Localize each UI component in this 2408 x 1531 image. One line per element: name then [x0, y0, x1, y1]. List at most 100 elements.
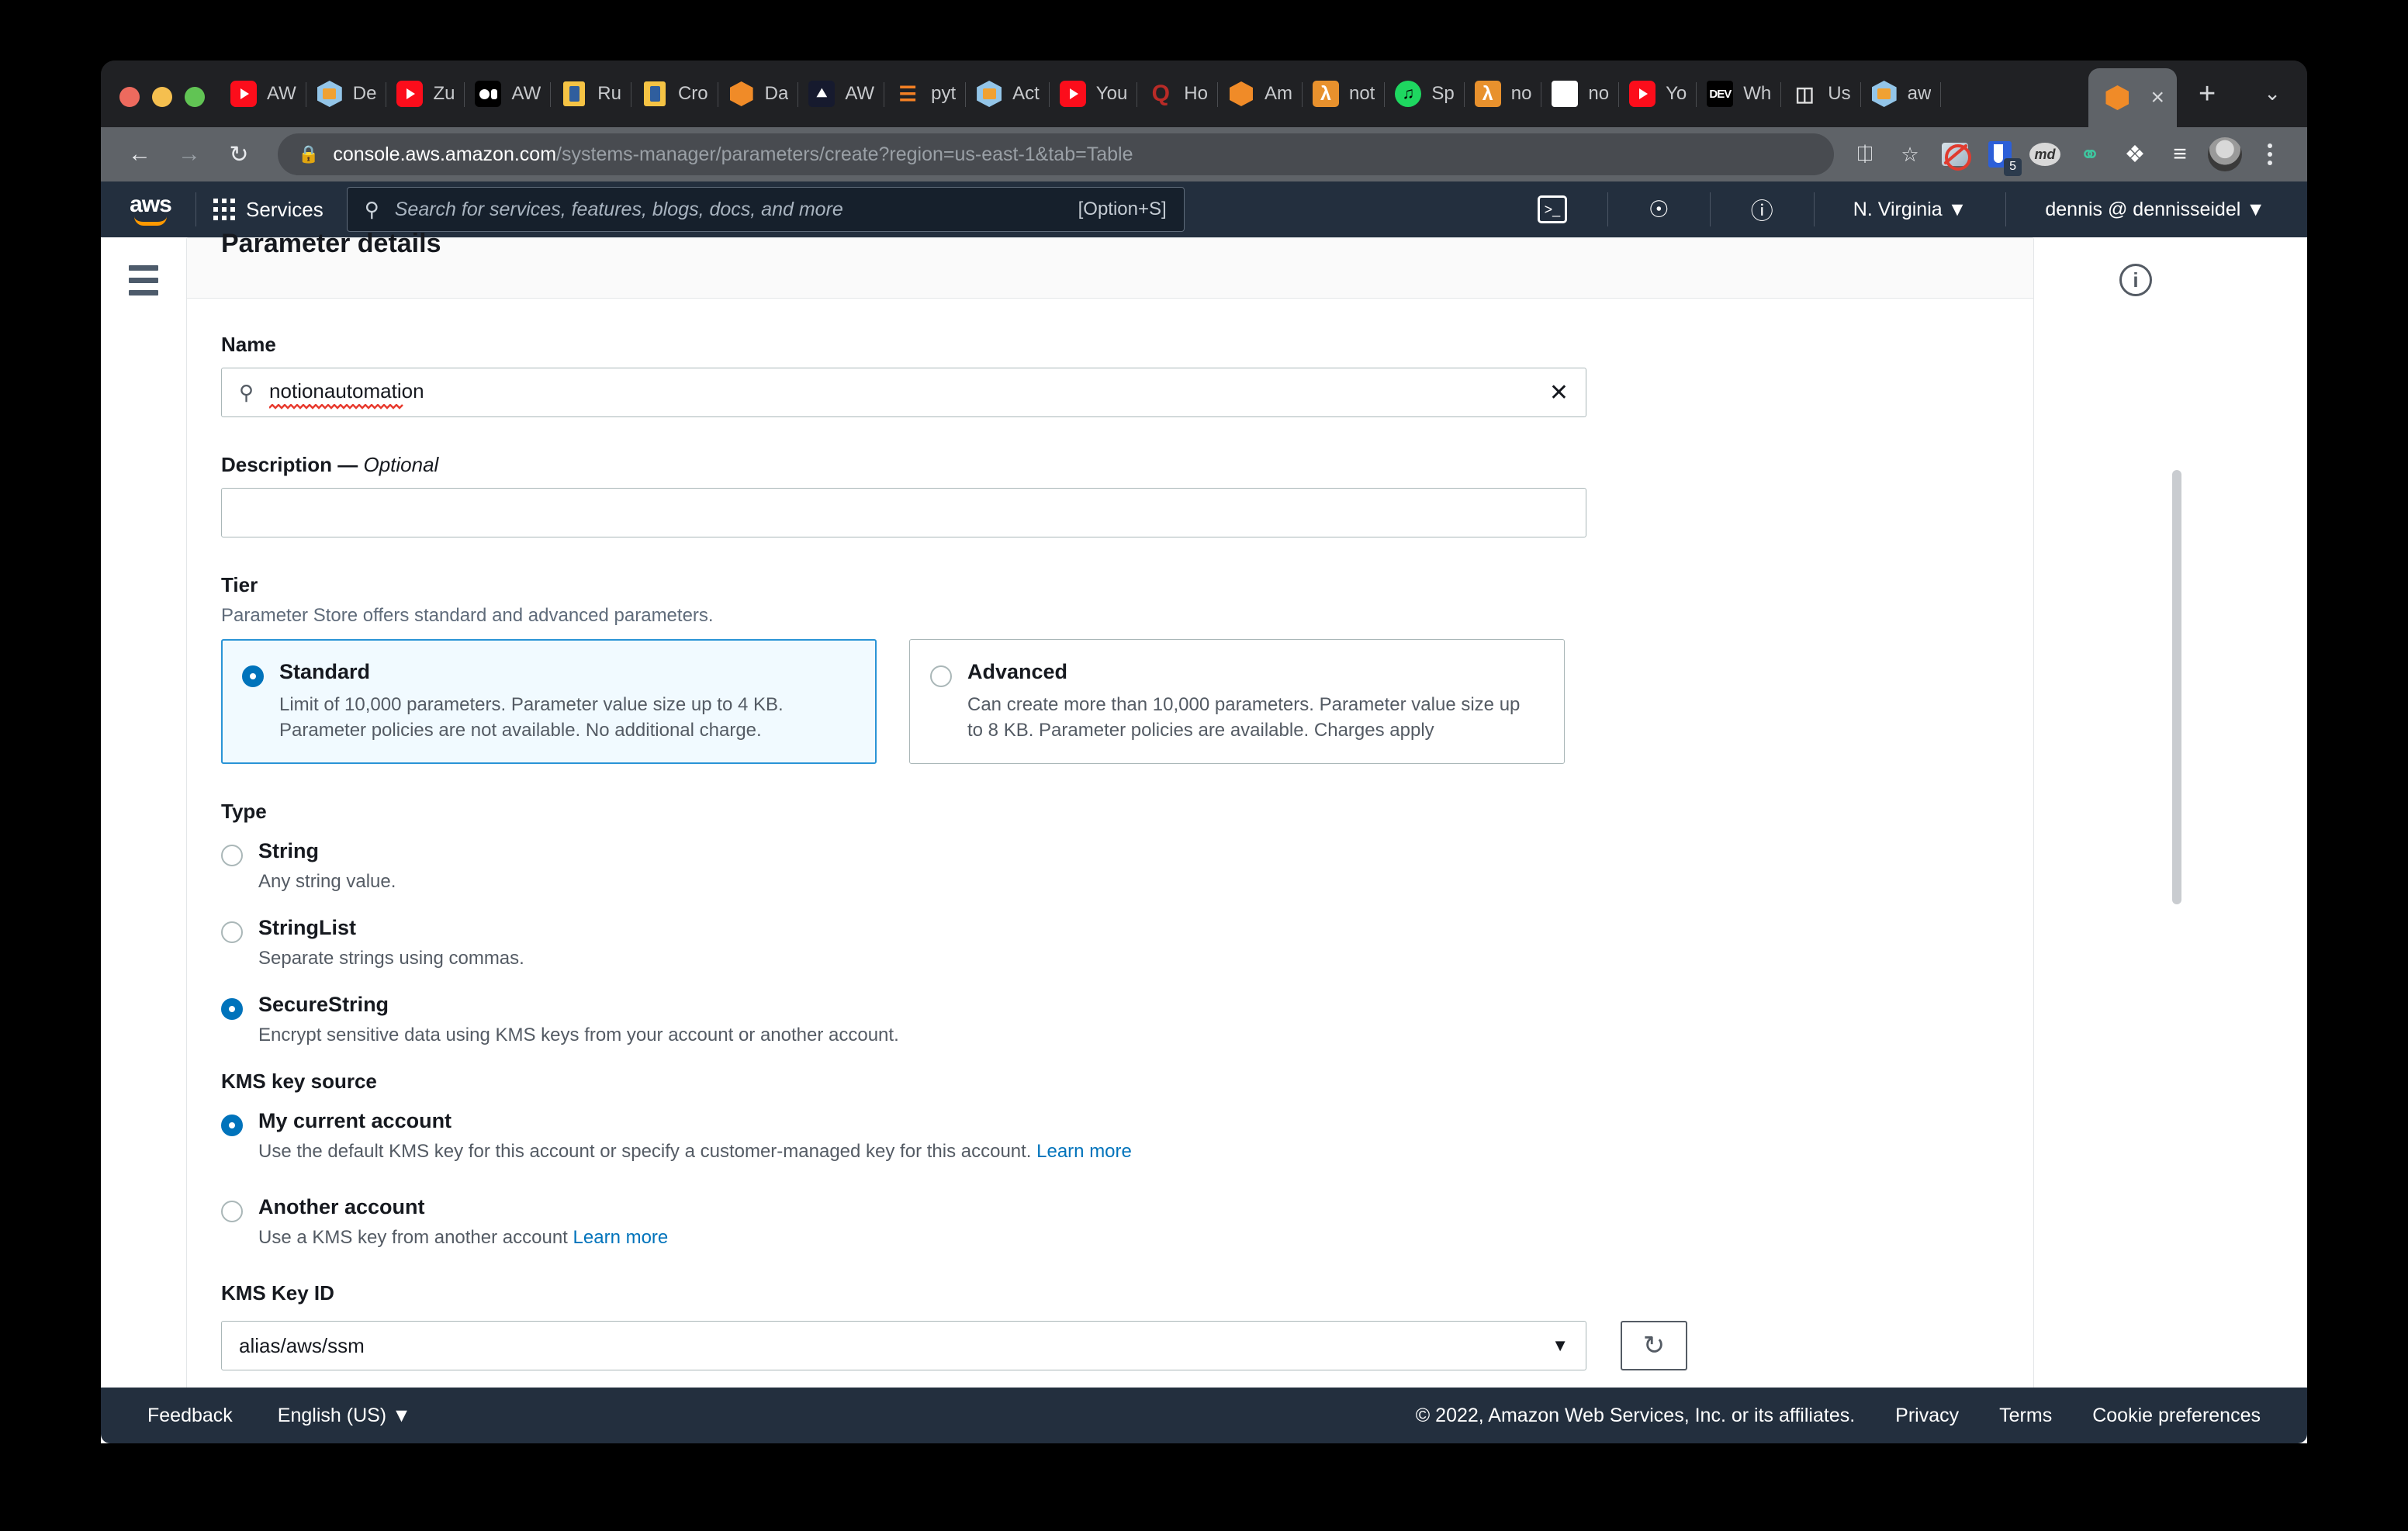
- browser-tab[interactable]: ◫ Us: [1781, 60, 1861, 127]
- type-option-string[interactable]: String: [221, 839, 1999, 867]
- browser-tab[interactable]: Da: [718, 60, 799, 127]
- aws-console-icon: [1871, 81, 1898, 107]
- type-stringlist-title: StringList: [258, 916, 356, 940]
- browser-tab[interactable]: ☰ pyt: [884, 60, 967, 127]
- radio-another-account[interactable]: [221, 1201, 243, 1223]
- radio-advanced[interactable]: [930, 665, 952, 687]
- lambda-icon: λ: [1312, 81, 1339, 107]
- document-box-icon: [561, 81, 587, 107]
- noscript-extension-icon[interactable]: [1935, 134, 1975, 175]
- search-placeholder: Search for services, features, blogs, do…: [394, 198, 843, 220]
- browser-tab[interactable]: DEV Wh: [1697, 60, 1782, 127]
- browser-tab[interactable]: Zu: [386, 60, 465, 127]
- close-window-button[interactable]: [119, 87, 140, 107]
- cloudshell-icon[interactable]: >_: [1514, 195, 1590, 223]
- reload-button[interactable]: ↻: [217, 133, 261, 176]
- browser-tab[interactable]: Q Ho: [1137, 60, 1218, 127]
- profile-avatar[interactable]: [2205, 134, 2245, 175]
- browser-tab[interactable]: Yo: [1619, 60, 1697, 127]
- chrome-menu-icon[interactable]: [2250, 134, 2290, 175]
- browser-tab[interactable]: Act: [966, 60, 1050, 127]
- browser-tab-active[interactable]: ×: [2088, 68, 2177, 127]
- flame-icon: ⛰: [808, 81, 836, 107]
- inner-scrollbar[interactable]: [178, 237, 186, 1443]
- tier-option-advanced[interactable]: Advanced Can create more than 10,000 par…: [909, 639, 1565, 765]
- page-scrollbar[interactable]: [2172, 237, 2181, 1443]
- privacy-link[interactable]: Privacy: [1895, 1405, 1959, 1427]
- tab-search-icon[interactable]: ⌄: [2237, 81, 2307, 127]
- type-option-securestring[interactable]: SecureString: [221, 993, 1999, 1021]
- evernote-extension-icon[interactable]: ⚭: [2070, 134, 2110, 175]
- scrollbar-thumb[interactable]: [2172, 470, 2181, 904]
- services-menu-button[interactable]: Services: [213, 198, 323, 222]
- clear-x-icon[interactable]: ✕: [1549, 379, 1569, 406]
- close-tab-button[interactable]: ×: [2150, 86, 2164, 109]
- playlist-icon[interactable]: ≡: [2160, 134, 2200, 175]
- url-domain: console.aws.amazon.com: [333, 143, 557, 165]
- lock-icon: 🔒: [298, 144, 320, 164]
- white-cube-icon: [1552, 81, 1579, 107]
- description-optional-tag: Optional: [363, 453, 439, 476]
- new-tab-button[interactable]: +: [2177, 79, 2237, 127]
- extensions-puzzle-icon[interactable]: ❖: [2115, 134, 2155, 175]
- kms-source-option-another[interactable]: Another account: [221, 1195, 1999, 1223]
- browser-tab[interactable]: ⛰ AW: [798, 60, 884, 127]
- tier-option-standard[interactable]: Standard Limit of 10,000 parameters. Par…: [221, 639, 877, 765]
- browser-tab-label: AW: [845, 83, 875, 104]
- browser-tab[interactable]: ♫ Sp: [1385, 60, 1465, 127]
- browser-tab-label: Yo: [1666, 83, 1687, 104]
- description-input[interactable]: [221, 488, 1586, 537]
- kms-source-option-current[interactable]: My current account: [221, 1109, 1999, 1137]
- region-selector[interactable]: N. Virginia ▼: [1832, 199, 1989, 221]
- bell-icon[interactable]: ☉: [1625, 196, 1693, 223]
- markdown-extension-icon[interactable]: md: [2025, 134, 2065, 175]
- share-icon[interactable]: ⎅: [1845, 134, 1885, 175]
- radio-stringlist[interactable]: [221, 921, 243, 944]
- search-shortcut-hint: [Option+S]: [1078, 199, 1167, 219]
- kms-another-learn-more-link[interactable]: Learn more: [573, 1227, 669, 1248]
- language-selector[interactable]: English (US) ▼: [278, 1405, 411, 1427]
- cookie-preferences-link[interactable]: Cookie preferences: [2092, 1405, 2261, 1427]
- terms-link[interactable]: Terms: [1999, 1405, 2052, 1427]
- browser-tab[interactable]: λ not: [1303, 60, 1386, 127]
- sidebar-toggle-icon[interactable]: [129, 265, 158, 1443]
- browser-tab[interactable]: AW: [220, 60, 306, 127]
- radio-string[interactable]: [221, 845, 243, 867]
- aws-search-input[interactable]: ⚲ Search for services, features, blogs, …: [346, 187, 1185, 232]
- forward-button[interactable]: →: [168, 133, 211, 176]
- browser-tab-label: AW: [511, 83, 541, 104]
- type-label: Type: [221, 800, 267, 824]
- browser-tab[interactable]: aw: [1861, 60, 1942, 127]
- pocket-extension-icon[interactable]: 5: [1980, 134, 2022, 176]
- kms-current-learn-more-link[interactable]: Learn more: [1036, 1141, 1132, 1162]
- browser-tab[interactable]: Ru: [551, 60, 631, 127]
- kms-key-id-select[interactable]: alias/aws/ssm ▼: [221, 1321, 1586, 1371]
- maximize-window-button[interactable]: [185, 87, 205, 107]
- left-rail: [101, 237, 186, 1443]
- browser-tab[interactable]: λ no: [1465, 60, 1542, 127]
- browser-tab[interactable]: You: [1050, 60, 1138, 127]
- bookmark-star-icon[interactable]: ☆: [1890, 134, 1930, 175]
- type-option-stringlist[interactable]: StringList: [221, 916, 1999, 944]
- radio-securestring[interactable]: [221, 998, 243, 1021]
- browser-tab[interactable]: Am: [1218, 60, 1303, 127]
- info-circle-icon[interactable]: i: [2119, 264, 2152, 296]
- feedback-link[interactable]: Feedback: [147, 1405, 233, 1427]
- radio-my-current-account[interactable]: [221, 1115, 243, 1137]
- chevron-down-icon: ▼: [392, 1404, 411, 1426]
- aws-logo[interactable]: aws: [123, 192, 178, 226]
- browser-tab[interactable]: no: [1541, 60, 1619, 127]
- browser-tab[interactable]: AW: [465, 60, 552, 127]
- name-input[interactable]: ⚲ notionautomation ✕: [221, 368, 1586, 417]
- address-bar[interactable]: 🔒 console.aws.amazon.com/systems-manager…: [278, 133, 1834, 175]
- browser-tab[interactable]: Cro: [631, 60, 718, 127]
- minimize-window-button[interactable]: [152, 87, 172, 107]
- refresh-icon[interactable]: ↻: [1621, 1321, 1687, 1371]
- nav-divider: [1813, 192, 1815, 226]
- back-button[interactable]: ←: [118, 133, 161, 176]
- browser-tab-label: aw: [1907, 83, 1932, 104]
- radio-standard[interactable]: [242, 665, 264, 687]
- browser-tab[interactable]: De: [306, 60, 387, 127]
- account-menu[interactable]: dennis @ dennisseidel ▼: [2023, 199, 2287, 221]
- help-circle-icon[interactable]: ⓘ: [1728, 193, 1797, 226]
